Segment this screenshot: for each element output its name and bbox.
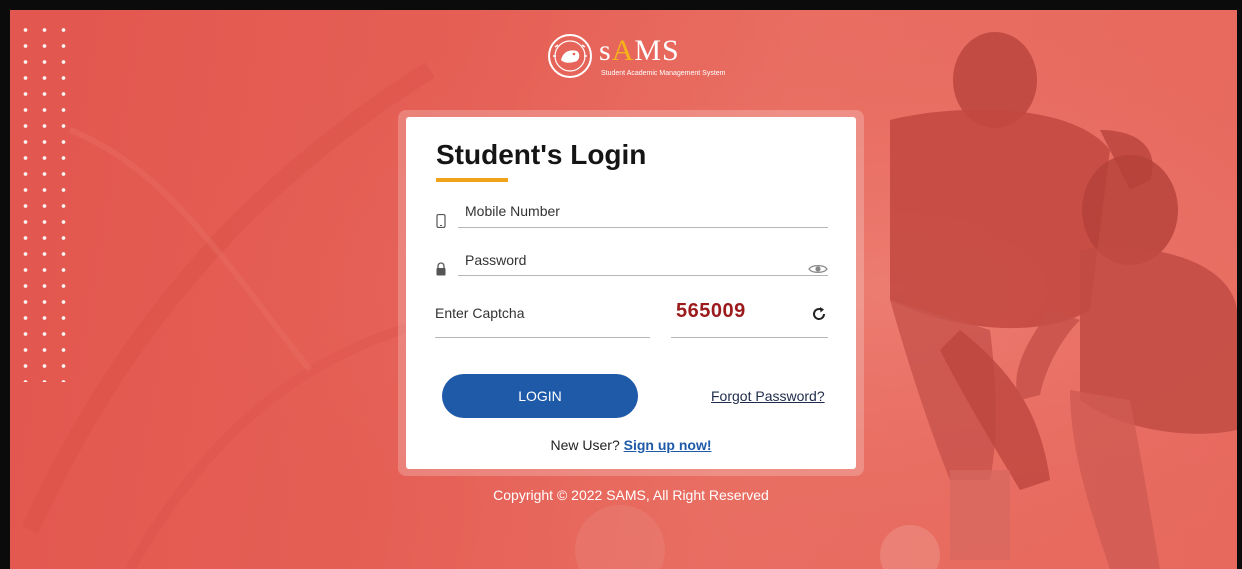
top-border (0, 0, 1242, 10)
lock-icon (436, 262, 446, 276)
signup-link[interactable]: Sign up now! (624, 437, 712, 453)
captcha-input[interactable] (435, 337, 650, 338)
captcha-code: 565009 (676, 300, 746, 322)
mobile-phone-icon (436, 214, 446, 228)
left-border (0, 0, 10, 569)
mobile-number-label: Mobile Number (465, 203, 560, 219)
logo-title: sAMS (599, 34, 680, 67)
right-border (1237, 0, 1242, 569)
refresh-icon[interactable] (811, 306, 827, 322)
title-underline (436, 178, 508, 182)
captcha-label: Enter Captcha (435, 305, 525, 321)
state-emblem-icon (548, 34, 592, 78)
page-frame: sAMS Student Academic Management System … (0, 0, 1242, 569)
new-user-text: New User? (550, 437, 620, 453)
dot-pattern (16, 22, 66, 382)
login-card: Student's Login Mobile Number Password E… (406, 117, 856, 469)
password-input[interactable] (458, 275, 828, 276)
login-button[interactable]: LOGIN (442, 374, 638, 418)
sams-logo: sAMS Student Academic Management System (547, 33, 726, 89)
new-user-row: New User? Sign up now! (406, 437, 856, 453)
password-label: Password (465, 252, 527, 268)
captcha-underline (671, 337, 828, 338)
mobile-number-input[interactable] (458, 227, 828, 228)
logo-subtitle: Student Academic Management System (601, 70, 726, 77)
forgot-password-link[interactable]: Forgot Password? (711, 388, 825, 404)
eye-icon[interactable] (808, 263, 828, 275)
page-title: Student's Login (436, 139, 647, 170)
copyright-text: Copyright © 2022 SAMS, All Right Reserve… (493, 487, 769, 503)
